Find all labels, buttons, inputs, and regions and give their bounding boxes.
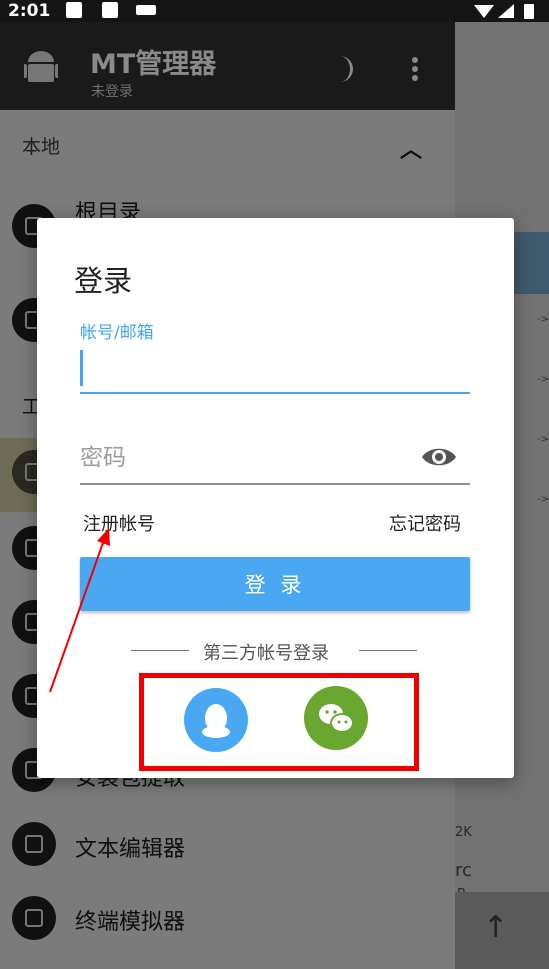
login-button[interactable]: 登 录 bbox=[80, 557, 470, 611]
symlink-mark: -> bbox=[537, 314, 549, 325]
third-party-highlight-box bbox=[139, 673, 419, 771]
account-field-label: 帐号/邮箱 bbox=[80, 323, 154, 343]
divider-right bbox=[359, 650, 417, 651]
drawer-item-terminal[interactable]: 终端模拟器 bbox=[75, 904, 185, 936]
arrow-up-icon[interactable]: ↑ bbox=[483, 910, 508, 945]
symlink-mark: -> bbox=[537, 374, 549, 385]
forgot-password-link[interactable]: 忘记密码 bbox=[389, 510, 461, 536]
divider-left bbox=[131, 650, 189, 651]
android-icon bbox=[24, 51, 58, 82]
eye-icon[interactable] bbox=[421, 444, 457, 470]
battery-icon bbox=[524, 4, 534, 19]
document-icon[interactable] bbox=[12, 822, 56, 866]
account-underline bbox=[80, 392, 470, 394]
more-options-icon[interactable] bbox=[410, 56, 420, 82]
status-time: 2:01 bbox=[8, 1, 51, 21]
status-bar: 2:01 bbox=[0, 0, 549, 22]
chevron-up-icon[interactable]: ︿ bbox=[400, 132, 422, 164]
app-title: MT管理器 bbox=[90, 49, 217, 80]
image-notification-icon bbox=[66, 2, 82, 18]
keyboard-icon bbox=[136, 5, 156, 15]
account-input[interactable] bbox=[80, 346, 410, 386]
drawer-item-text-editor[interactable]: 文本编辑器 bbox=[75, 831, 185, 863]
terminal-icon[interactable] bbox=[12, 896, 56, 940]
section-local-label: 本地 bbox=[22, 136, 61, 158]
dialog-title: 登录 bbox=[74, 264, 133, 298]
app-bar: MT管理器 未登录 bbox=[0, 22, 455, 110]
third-party-label: 第三方帐号登录 bbox=[203, 643, 329, 664]
file-name-text: rc bbox=[455, 860, 472, 881]
file-size-text: 2K bbox=[455, 825, 472, 840]
password-input[interactable] bbox=[80, 438, 410, 478]
signal-icon bbox=[498, 4, 514, 18]
night-mode-icon[interactable] bbox=[330, 54, 356, 84]
symlink-mark: -> bbox=[537, 494, 549, 505]
status-indicators bbox=[474, 4, 534, 19]
password-underline bbox=[80, 483, 470, 485]
register-link[interactable]: 注册帐号 bbox=[83, 510, 155, 536]
wifi-icon bbox=[474, 5, 494, 18]
symlink-mark: -> bbox=[537, 434, 549, 445]
app-subtitle: 未登录 bbox=[91, 84, 133, 100]
text-notification-icon bbox=[102, 2, 118, 18]
